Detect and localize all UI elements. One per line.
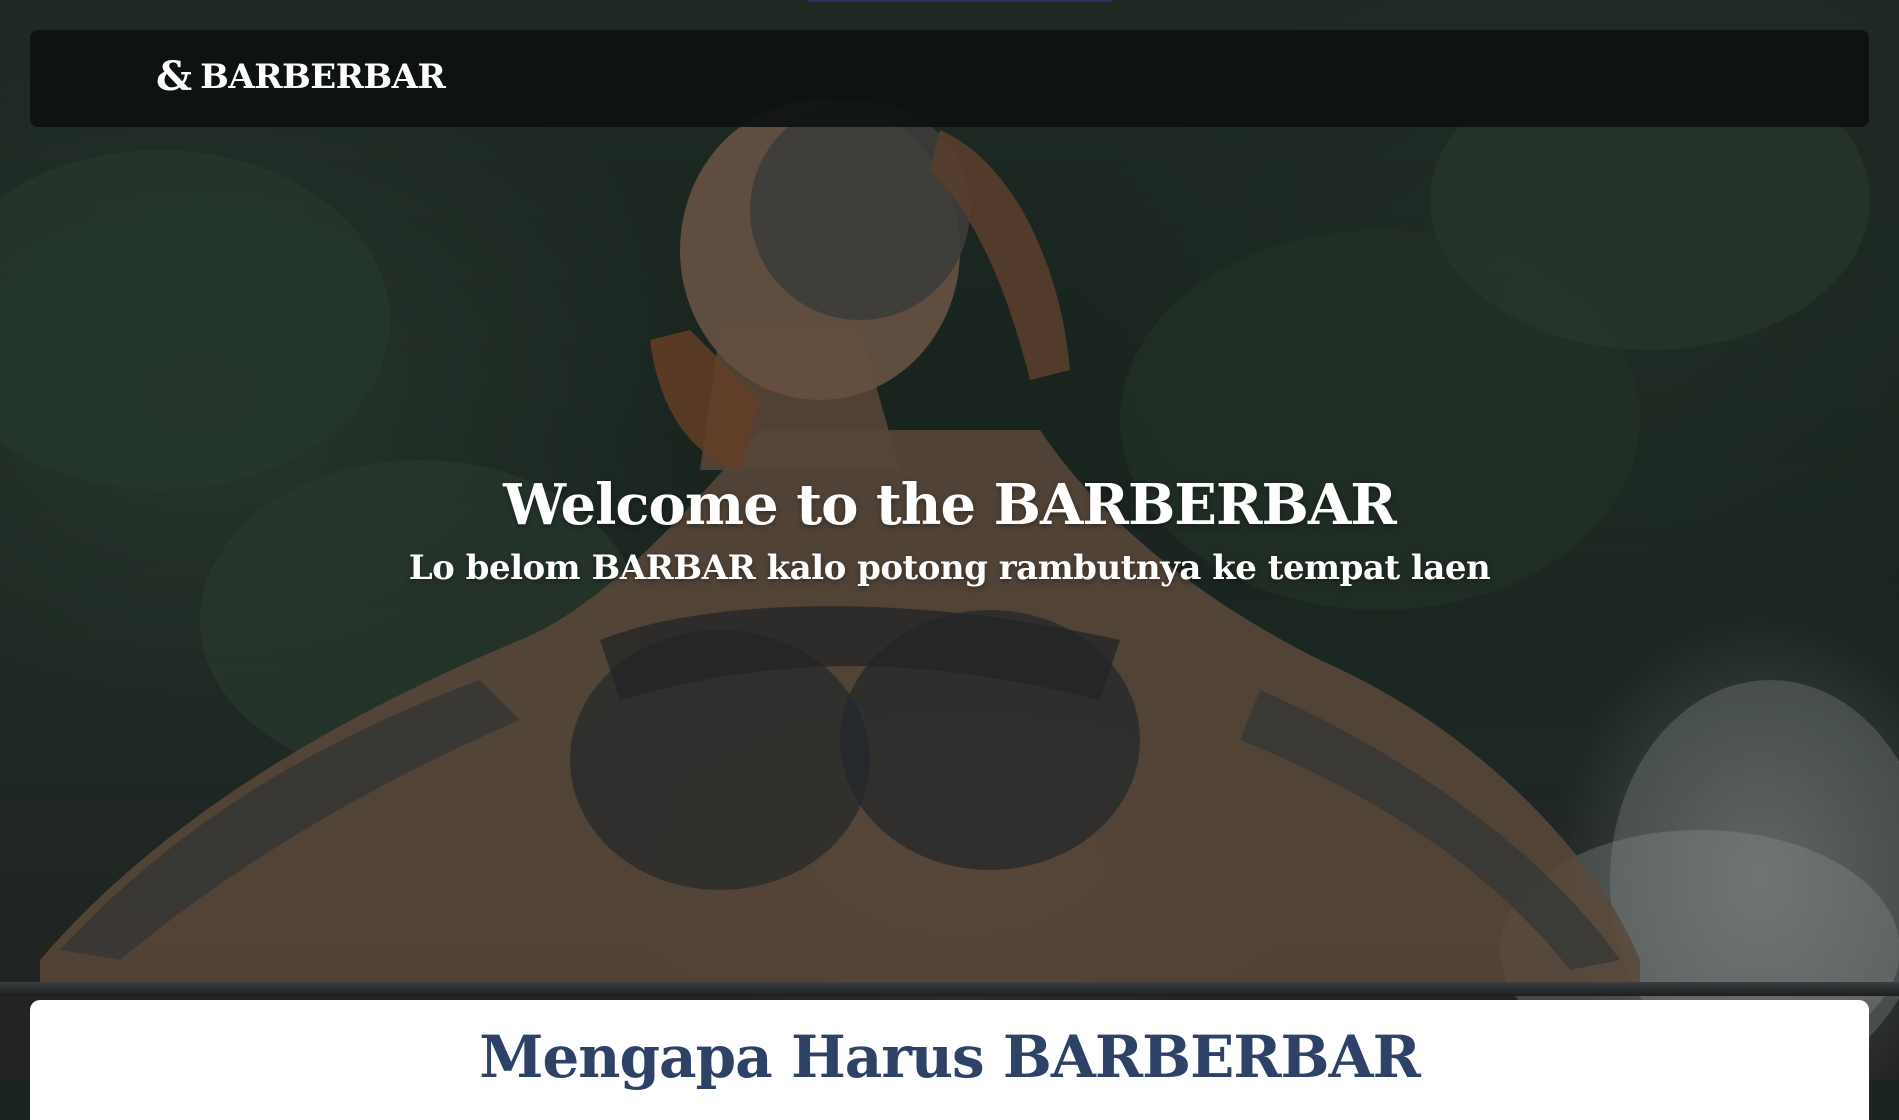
hero-title: Welcome to the BARBERBAR: [503, 472, 1397, 538]
navbar: & BARBERBAR: [30, 30, 1869, 127]
brand-name: BARBERBAR: [200, 57, 446, 97]
why-section: Mengapa Harus BARBERBAR: [30, 1000, 1869, 1120]
section-title: Mengapa Harus BARBERBAR: [479, 1023, 1421, 1091]
hero-subtitle: Lo belom BARBAR kalo potong rambutnya ke…: [408, 548, 1491, 588]
hero-content: Welcome to the BARBERBAR Lo belom BARBAR…: [0, 470, 1899, 592]
railing: [0, 982, 1899, 996]
brand-logo-link[interactable]: & BARBERBAR: [156, 52, 446, 102]
top-strip: [808, 0, 1112, 2]
ampersand-logo-icon: &: [156, 53, 193, 100]
hero-section: Welcome to the BARBERBAR Lo belom BARBAR…: [0, 0, 1899, 1080]
